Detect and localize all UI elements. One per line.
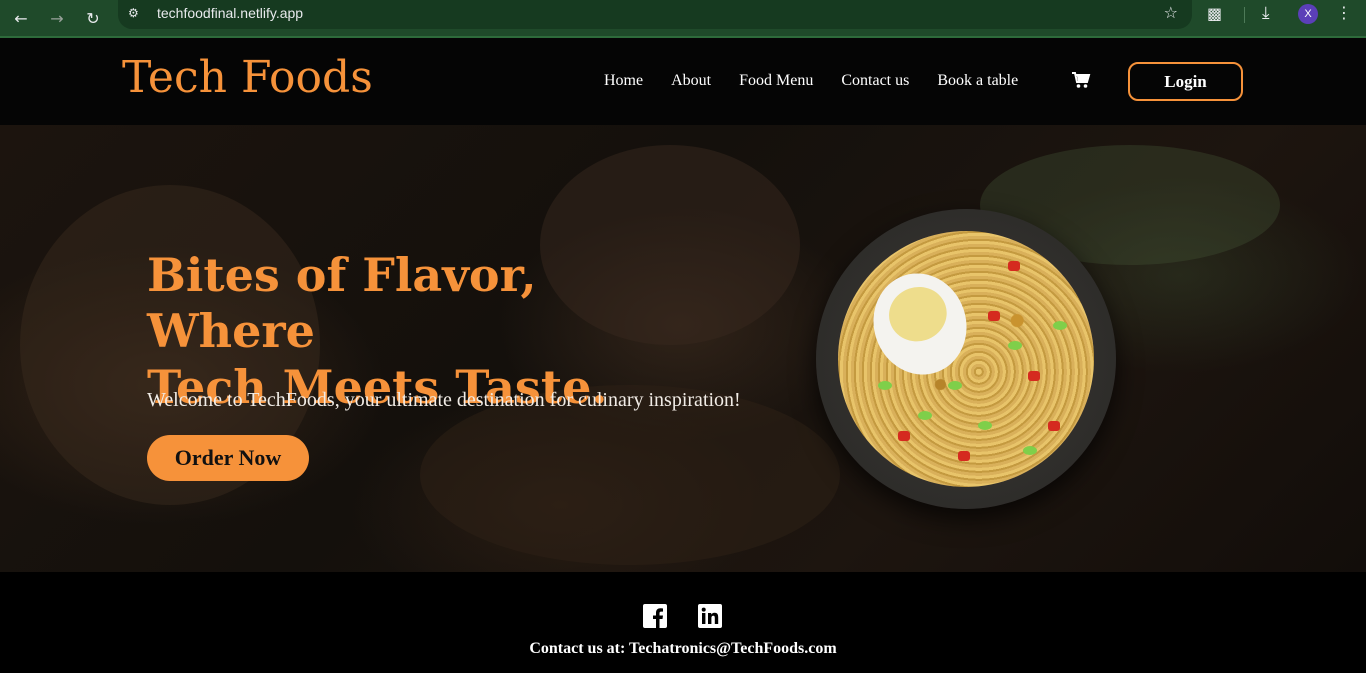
hero-section: Bites of Flavor, Where Tech Meets Taste.… xyxy=(0,125,1366,572)
address-bar[interactable]: ⚙ techfoodfinal.netlify.app ☆ xyxy=(118,0,1192,29)
linkedin-icon[interactable] xyxy=(698,604,722,628)
headline-line-1: Bites of Flavor, Where xyxy=(147,248,537,358)
boiled-egg xyxy=(860,261,980,387)
toolbar-divider xyxy=(1244,7,1245,23)
login-button[interactable]: Login xyxy=(1128,62,1243,101)
browser-menu-icon[interactable]: ⋮ xyxy=(1336,3,1352,22)
back-arrow-icon[interactable]: ← xyxy=(8,5,34,31)
nav-contact-us[interactable]: Contact us xyxy=(841,72,909,90)
browser-toolbar: ← → ↻ ⚙ techfoodfinal.netlify.app ☆ ▩ ⤓ … xyxy=(0,0,1366,38)
site-header: Tech Foods Home About Food Menu Contact … xyxy=(0,38,1366,125)
nav-home[interactable]: Home xyxy=(604,72,643,90)
noodles xyxy=(838,231,1094,487)
brand-logo[interactable]: Tech Foods xyxy=(122,52,373,103)
bookmark-star-icon[interactable]: ☆ xyxy=(1164,3,1178,22)
welcome-text: Welcome to TechFoods, your ultimate dest… xyxy=(147,389,741,411)
contact-email-text[interactable]: Contact us at: Techatronics@TechFoods.co… xyxy=(0,640,1366,658)
main-nav: Home About Food Menu Contact us Book a t… xyxy=(604,72,1046,90)
site-settings-icon[interactable]: ⚙ xyxy=(128,6,144,22)
facebook-icon[interactable] xyxy=(643,604,667,628)
forward-arrow-icon[interactable]: → xyxy=(44,5,70,31)
nav-book-a-table[interactable]: Book a table xyxy=(937,72,1018,90)
reload-icon[interactable]: ↻ xyxy=(80,5,106,31)
noodle-bowl-image xyxy=(816,209,1116,509)
download-icon[interactable]: ⤓ xyxy=(1262,3,1270,23)
cart-icon[interactable] xyxy=(1071,70,1091,90)
profile-avatar[interactable]: X xyxy=(1298,4,1318,24)
nav-about[interactable]: About xyxy=(671,72,711,90)
nav-food-menu[interactable]: Food Menu xyxy=(739,72,813,90)
extensions-icon[interactable]: ▩ xyxy=(1207,4,1222,23)
site-footer: Contact us at: Techatronics@TechFoods.co… xyxy=(0,572,1366,673)
url-text[interactable]: techfoodfinal.netlify.app xyxy=(157,5,303,21)
order-now-button[interactable]: Order Now xyxy=(147,435,309,481)
